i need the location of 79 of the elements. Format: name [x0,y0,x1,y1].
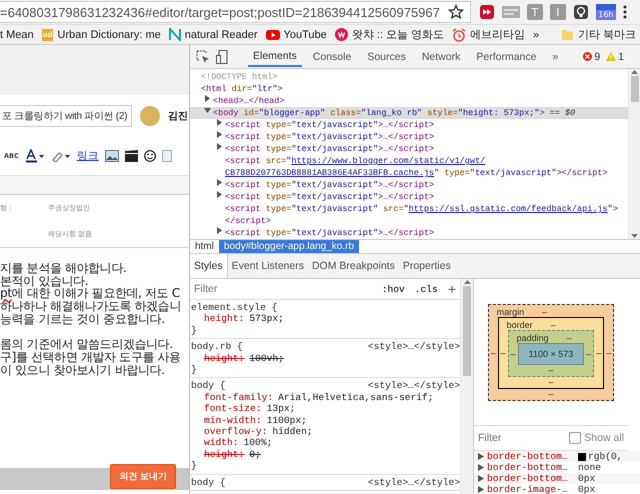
bookmark[interactable]: t Mean [0,28,34,41]
body-text-line: 본적이 있습니다. [0,274,88,288]
border-box: border – – padding – – 1100 × 573 – – – – [498,316,604,388]
devtools-tab[interactable]: Sources [362,46,411,68]
dom-node-row[interactable]: <script type="text/javascript">…</script> [190,143,628,155]
computed-property-row[interactable]: border-bottom… 0px [474,473,640,484]
show-all-checkbox[interactable]: Show all [569,432,624,444]
dom-node-row[interactable]: <script type="text/javascript">…</script> [190,191,628,203]
css-declaration[interactable]: height: 573px; [191,313,460,325]
error-count[interactable]: 9 [583,50,600,62]
computed-property-row[interactable]: border-image-… 0px [474,484,640,494]
padding-box: padding – – 1100 × 573 – – [508,330,594,376]
body-text-line: 이 있으니 찾아보시기 바랍니다. [0,364,165,376]
bookmark[interactable]: ud Urban Dictionary: me [42,28,161,41]
style-source-link[interactable]: <style>…</style> [368,341,460,353]
body-text-line: 지를 분석을 해야합니다. [0,262,128,275]
css-declaration[interactable]: height: 100vh; [191,352,460,364]
dom-node-row[interactable]: <body id="blogger-app" class="lang_ko rb" style="height: 573px;"> == $0 [190,107,628,119]
body-text-line: 구]를 선택하면 개발자 도구를 사용 [0,350,182,364]
warning-count[interactable]: 1 [606,50,624,62]
bookmark-folder[interactable]: 기타 북마크 [561,27,636,42]
body-text-line: 하나하나 해결해나가도록 하겠습니 [0,300,182,313]
css-selector: body { [191,380,226,392]
dom-node-row[interactable]: <head>…</head> [190,95,628,107]
calendar-icon[interactable]: 16h [596,4,616,20]
dom-node-row[interactable]: <script src="https://www.blogger.com/static/v1/gwt/ CB788D207763DB8881AB386E4AF33BFB.cache.js" type="text/javascript"></script> [190,155,628,179]
css-declaration[interactable]: font-family: Arial,Helvetica,sans-serif; [191,392,460,404]
new-rule-button[interactable]: + [448,281,456,297]
breadcrumb[interactable]: body#blogger-app.lang_ko.rb [218,240,360,253]
dom-node-row[interactable]: <script type="text/javascript" src="https://ssl.gstatic.com/feedback/api.js"> </script> [190,203,628,227]
breadcrumb[interactable]: html [190,240,219,253]
closing-brace: } [191,460,198,472]
styles-pane-tab[interactable]: DOM Breakpoints [308,254,399,278]
dom-node-row[interactable]: <html dir="ltr"> [190,83,628,95]
url-text: =6408031798631232436#editor/target=post;postID=2186394412560975967 [0,4,440,20]
css-declaration[interactable]: height: 0; [191,448,460,460]
devtools-tab[interactable]: Network [416,46,466,68]
devtools-tab[interactable]: Performance [471,46,542,68]
dom-node-row[interactable]: <script type="text/javascript">…</script> [190,227,628,239]
computed-property-row[interactable]: border-bottom… none [474,462,640,473]
css-selector: body { [191,476,226,488]
ud-icon: ud [42,28,54,41]
address-bar[interactable]: =6408031798631232436#editor/target=post;postID=2186394412560975967 [0,1,471,24]
margin-box: margin – – border – – padding – – 1100 × 573 – – – – – – [488,304,614,400]
devtools-tab[interactable]: Elements [248,46,302,66]
content-box: 1100 × 573 [518,342,584,364]
hover-state-button[interactable]: :hov [382,284,405,294]
class-toggle-button[interactable]: .cls [414,284,438,294]
link-button[interactable]: 링크 [76,149,99,163]
closing-brace: } [191,364,198,376]
post-title-field[interactable]: 포 크롤링하기 with 파이썬 (2) [0,105,132,127]
dom-node-row[interactable]: <script type="text/javascript">…</script> [190,131,628,143]
styles-pane-tab[interactable]: Properties [398,254,455,278]
css-selector: body.rb { [191,341,243,353]
computed-property-row[interactable]: border-bottom… rgb(0, [474,451,640,462]
styles-pane-tab[interactable]: Styles [190,254,228,278]
more-bookmarks-button[interactable]: » [533,28,540,41]
body-text-line: pt에 대한 이해가 필요한데, 저도 C [0,287,181,300]
css-declaration[interactable]: min-width: 1100px; [191,414,460,426]
css-declaration[interactable]: width: 100%; [191,437,460,449]
more-tabs-button[interactable]: » [547,46,564,68]
css-selector: element.style { [191,302,278,314]
css-declaration[interactable]: font-size: 13px; [191,403,460,415]
devtools-tab[interactable]: Console [308,46,356,68]
bookmark[interactable]: natural Reader [168,28,258,42]
calendar-text: 16h [596,10,616,20]
dom-node-row[interactable]: <script type="text/javascript">…</script> [190,179,628,191]
bookmark[interactable]: 에브리타임 [452,27,526,42]
style-source-link[interactable]: <style>…</style> [368,476,460,488]
user-name[interactable]: 김진 [168,109,188,123]
bookmark[interactable]: YouTube [266,28,327,41]
style-source-link[interactable]: <style>…</style> [368,380,460,392]
closing-brace: } [191,324,198,336]
dom-node-row[interactable]: <script type="text/javascript">…</script> [190,119,628,131]
styles-pane-tab[interactable]: Event Listeners [228,254,308,278]
body-text-line: 능력을 기르는 것이 중요합니다. [0,312,165,326]
body-text-line: 롬의 기준에서 말씀드리겠습니다. [0,338,174,351]
bookmark[interactable]: 왓챠 :: 오늘 영화도 [334,27,444,42]
css-declaration[interactable]: overflow-y: hidden; [191,426,460,438]
